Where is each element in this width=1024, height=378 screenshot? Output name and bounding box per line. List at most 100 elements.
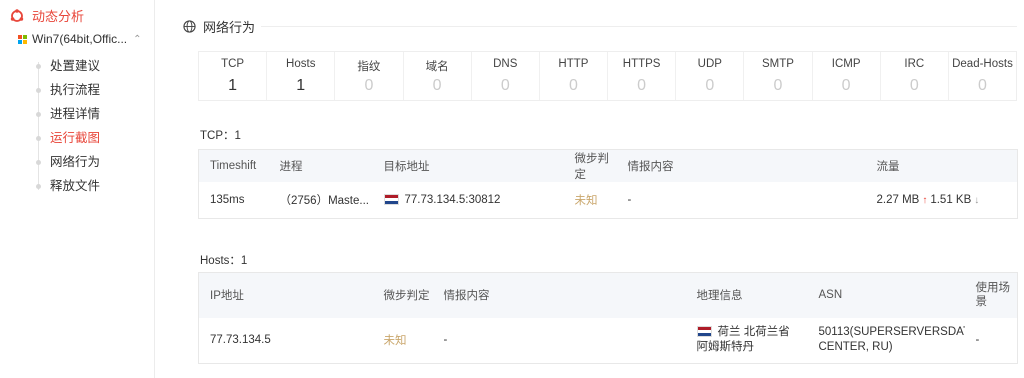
stat-label: UDP [697, 58, 722, 70]
dynamic-analysis-title: 动态分析 [32, 9, 85, 24]
stat-value: 0 [432, 77, 442, 94]
stat-tcp[interactable]: TCP 1 [199, 52, 268, 100]
chevron-up-icon: ⌃ [133, 33, 142, 45]
col-asn: ASN [807, 272, 965, 318]
col-verdict: 微步判定 [372, 272, 433, 318]
intel-cell: - [627, 193, 632, 206]
stat-label: HTTPS [622, 58, 661, 70]
stat-label: DNS [493, 58, 518, 70]
ip-cell[interactable]: 77.73.134.5 [199, 318, 373, 364]
col-traffic: 流量 [865, 149, 1018, 182]
netherlands-flag-icon [383, 193, 399, 205]
col-ip: IP地址 [198, 272, 373, 318]
stat-value: 0 [841, 77, 851, 94]
sidebar-item-label: 执行流程 [50, 83, 101, 97]
stat-value: 0 [637, 77, 647, 94]
stat-https[interactable]: HTTPS 0 [608, 52, 677, 100]
hosts-table: IP地址 微步判定 情报内容 地理信息 ASN 使用场景 77.73.134.5… [198, 272, 1018, 364]
target-address: 77.73.134.5:30812 [404, 193, 501, 206]
sidebar-item-dropped-files[interactable]: 释放文件 [36, 178, 100, 202]
stat-irc[interactable]: IRC 0 [881, 52, 949, 100]
stat-value: 0 [773, 77, 783, 94]
environment-selector[interactable]: Win7(64bit,Offic... ⌃ [18, 32, 142, 46]
sidebar-item-label: 网络行为 [50, 155, 101, 169]
tree-dot [36, 184, 41, 189]
section-divider [261, 26, 1017, 27]
stat-icmp[interactable]: ICMP 0 [813, 52, 881, 100]
section-title: 网络行为 [203, 20, 256, 35]
globe-icon [183, 20, 196, 33]
stat-value: 0 [364, 77, 374, 94]
col-timeshift: Timeshift [198, 149, 269, 182]
col-geo: 地理信息 [685, 272, 808, 318]
col-intel: 情报内容 [432, 272, 686, 318]
col-usage: 使用场景 [964, 272, 1018, 318]
tree-dot [36, 160, 41, 165]
stat-hosts[interactable]: Hosts 1 [267, 52, 336, 100]
hosts-count: Hosts：1 [200, 255, 248, 267]
dynamic-analysis-icon [10, 8, 24, 22]
environment-label: Win7(64bit,Offic... [32, 32, 128, 46]
section-header: 网络行为 [183, 17, 255, 36]
stat-value: 0 [500, 77, 510, 94]
col-target: 目标地址 [372, 149, 564, 182]
arrow-up-icon: ↑ [922, 194, 928, 206]
sidebar-item-screenshots[interactable]: 运行截图 [36, 130, 100, 154]
stat-label: TCP [221, 58, 245, 70]
stat-label: SMTP [761, 58, 794, 70]
stat-value: 0 [568, 77, 578, 94]
stat-value: 0 [909, 77, 919, 94]
stat-value: 0 [705, 77, 715, 94]
stat-http[interactable]: HTTP 0 [540, 52, 609, 100]
network-stats-bar: TCP 1 Hosts 1 指纹 0 域名 0 DNS 0 HTTP 0 HTTPS 0 UD… [198, 51, 1017, 101]
netherlands-flag-icon [696, 326, 712, 338]
tcp-count: TCP：1 [200, 130, 241, 142]
stat-smtp[interactable]: SMTP 0 [744, 52, 813, 100]
windows-icon [18, 34, 27, 44]
sidebar-tree: 处置建议 执行流程 进程详情 运行截图 网络行为 释放文件 [36, 58, 100, 202]
tree-dot [36, 88, 41, 93]
stat-value: 0 [978, 77, 987, 94]
timeshift-cell: 135ms [210, 193, 245, 206]
sidebar-item-label: 释放文件 [50, 179, 101, 193]
stat-domain[interactable]: 域名 0 [404, 52, 472, 100]
stat-label: ICMP [831, 58, 861, 70]
stat-label: Hosts [286, 58, 316, 70]
dynamic-analysis-header[interactable]: 动态分析 [10, 6, 84, 25]
usage-cell: - [975, 334, 980, 347]
tcp-header-row: Timeshift 进程 目标地址 微步判定 情报内容 流量 [198, 149, 1018, 182]
sidebar-item-label: 处置建议 [50, 59, 101, 73]
target-cell[interactable]: 77.73.134.5:30812 [373, 182, 564, 218]
sidebar-item-label: 运行截图 [50, 131, 101, 145]
asn-cell: 50113(SUPERSERVERSDATA CENTER, RU) [818, 326, 965, 354]
stat-dns[interactable]: DNS 0 [472, 52, 540, 100]
stat-label: HTTP [558, 58, 589, 70]
verdict-cell: 未知 [383, 335, 407, 348]
stat-label: Dead-Hosts [952, 58, 1013, 70]
traffic-cell: 2.27 MB ↑ 1.51 KB ↓ [866, 182, 1018, 218]
stat-fingerprint[interactable]: 指纹 0 [335, 52, 404, 100]
col-process: 进程 [268, 149, 373, 182]
stat-label: IRC [904, 58, 925, 70]
stat-udp[interactable]: UDP 0 [676, 52, 745, 100]
table-row[interactable]: 135ms （2756）Maste... 77.73.134.5:30812 未… [199, 182, 1018, 218]
traffic-down: 1.51 KB [930, 193, 972, 206]
verdict-cell: 未知 [574, 194, 598, 207]
tree-dot [36, 136, 41, 141]
table-row[interactable]: 77.73.134.5 未知 - 荷兰 北荷兰省 阿姆斯特丹 50113(SUP… [199, 318, 1018, 364]
intel-cell: - [443, 334, 448, 347]
process-cell[interactable]: （2756）Maste... [269, 182, 373, 218]
sidebar-item-disposal-advice[interactable]: 处置建议 [36, 58, 100, 82]
main-content: 网络行为 TCP 1 Hosts 1 指纹 0 域名 0 DNS 0 HTTP 0 HTTP… [171, 0, 1018, 378]
sidebar: 动态分析 Win7(64bit,Offic... ⌃ 处置建议 执行流程 进程详… [0, 0, 155, 378]
sidebar-item-label: 进程详情 [50, 107, 101, 121]
traffic-up: 2.27 MB [876, 193, 920, 206]
hosts-header-row: IP地址 微步判定 情报内容 地理信息 ASN 使用场景 [198, 272, 1018, 318]
stat-dead-hosts[interactable]: Dead-Hosts 0 [949, 52, 1016, 100]
sidebar-item-execution-flow[interactable]: 执行流程 [36, 82, 100, 106]
arrow-down-icon: ↓ [974, 194, 980, 206]
stat-value: 1 [228, 77, 238, 94]
geo-cell: 荷兰 北荷兰省 阿姆斯特丹 [686, 318, 808, 364]
sidebar-item-network-behavior[interactable]: 网络行为 [36, 154, 100, 178]
sidebar-item-process-details[interactable]: 进程详情 [36, 106, 100, 130]
